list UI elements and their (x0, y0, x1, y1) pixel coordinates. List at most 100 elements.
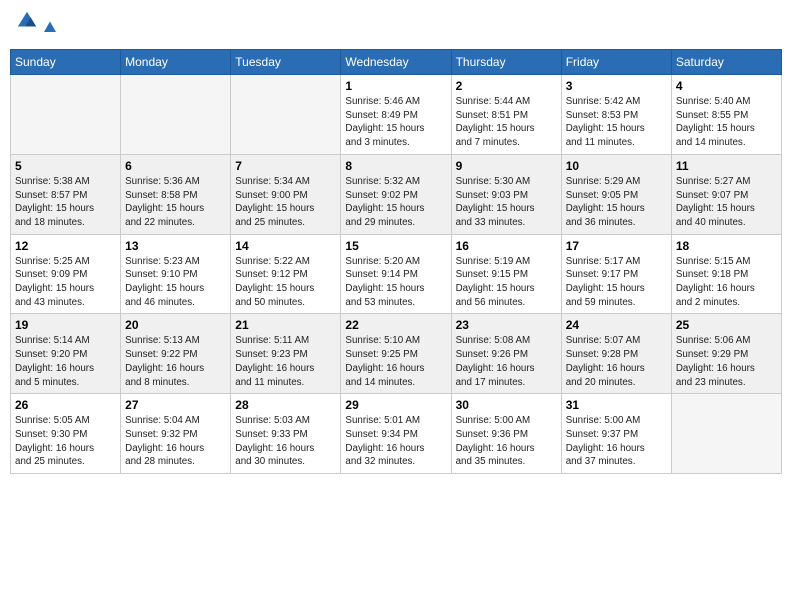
calendar-cell: 7 Sunrise: 5:34 AM Sunset: 9:00 PM Daylig… (231, 154, 341, 234)
calendar-cell: 23 Sunrise: 5:08 AM Sunset: 9:26 PM Dayli… (451, 314, 561, 394)
day-number: 11 (676, 159, 777, 173)
calendar-cell: 17 Sunrise: 5:17 AM Sunset: 9:17 PM Dayli… (561, 234, 671, 314)
day-number: 28 (235, 398, 336, 412)
day-info: Sunrise: 5:25 AM Sunset: 9:09 PM Dayligh… (15, 255, 116, 310)
day-info: Sunrise: 5:44 AM Sunset: 8:51 PM Dayligh… (456, 95, 557, 150)
calendar-cell (231, 75, 341, 155)
logo (16, 14, 59, 37)
day-number: 12 (15, 239, 116, 253)
day-number: 25 (676, 318, 777, 332)
calendar-cell: 31 Sunrise: 5:00 AM Sunset: 9:37 PM Dayli… (561, 394, 671, 474)
day-number: 31 (566, 398, 667, 412)
calendar-table: SundayMondayTuesdayWednesdayThursdayFrid… (10, 49, 782, 474)
day-info: Sunrise: 5:22 AM Sunset: 9:12 PM Dayligh… (235, 255, 336, 310)
calendar-week-5: 26 Sunrise: 5:05 AM Sunset: 9:30 PM Dayli… (11, 394, 782, 474)
calendar-cell: 12 Sunrise: 5:25 AM Sunset: 9:09 PM Dayli… (11, 234, 121, 314)
day-info: Sunrise: 5:06 AM Sunset: 9:29 PM Dayligh… (676, 334, 777, 389)
calendar-cell: 26 Sunrise: 5:05 AM Sunset: 9:30 PM Dayli… (11, 394, 121, 474)
col-header-sunday: Sunday (11, 50, 121, 75)
calendar-cell: 1 Sunrise: 5:46 AM Sunset: 8:49 PM Daylig… (341, 75, 451, 155)
calendar-cell: 30 Sunrise: 5:00 AM Sunset: 9:36 PM Dayli… (451, 394, 561, 474)
calendar-cell: 10 Sunrise: 5:29 AM Sunset: 9:05 PM Dayli… (561, 154, 671, 234)
calendar-cell: 14 Sunrise: 5:22 AM Sunset: 9:12 PM Dayli… (231, 234, 341, 314)
calendar-header-row: SundayMondayTuesdayWednesdayThursdayFrid… (11, 50, 782, 75)
col-header-thursday: Thursday (451, 50, 561, 75)
calendar-cell: 15 Sunrise: 5:20 AM Sunset: 9:14 PM Dayli… (341, 234, 451, 314)
day-number: 29 (345, 398, 446, 412)
day-info: Sunrise: 5:08 AM Sunset: 9:26 PM Dayligh… (456, 334, 557, 389)
page-header (10, 10, 782, 41)
calendar-cell: 8 Sunrise: 5:32 AM Sunset: 9:02 PM Daylig… (341, 154, 451, 234)
day-number: 15 (345, 239, 446, 253)
col-header-friday: Friday (561, 50, 671, 75)
calendar-cell: 3Sunrise: 5:42 AM Sunset: 8:53 PM Daylig… (561, 75, 671, 155)
calendar-cell: 18Sunrise: 5:15 AM Sunset: 9:18 PM Dayli… (671, 234, 781, 314)
day-info: Sunrise: 5:36 AM Sunset: 8:58 PM Dayligh… (125, 175, 226, 230)
day-number: 4 (676, 79, 777, 93)
day-info: Sunrise: 5:46 AM Sunset: 8:49 PM Dayligh… (345, 95, 446, 150)
calendar-cell: 6 Sunrise: 5:36 AM Sunset: 8:58 PM Daylig… (121, 154, 231, 234)
day-info: Sunrise: 5:29 AM Sunset: 9:05 PM Dayligh… (566, 175, 667, 230)
day-info: Sunrise: 5:34 AM Sunset: 9:00 PM Dayligh… (235, 175, 336, 230)
calendar-cell (671, 394, 781, 474)
day-number: 23 (456, 318, 557, 332)
day-info: Sunrise: 5:40 AM Sunset: 8:55 PM Dayligh… (676, 95, 777, 150)
calendar-cell: 5 Sunrise: 5:38 AM Sunset: 8:57 PM Daylig… (11, 154, 121, 234)
day-number: 19 (15, 318, 116, 332)
col-header-monday: Monday (121, 50, 231, 75)
day-number: 2 (456, 79, 557, 93)
day-info: Sunrise: 5:14 AM Sunset: 9:20 PM Dayligh… (15, 334, 116, 389)
calendar-cell: 22 Sunrise: 5:10 AM Sunset: 9:25 PM Dayli… (341, 314, 451, 394)
day-info: Sunrise: 5:10 AM Sunset: 9:25 PM Dayligh… (345, 334, 446, 389)
calendar-cell: 28 Sunrise: 5:03 AM Sunset: 9:33 PM Dayli… (231, 394, 341, 474)
day-info: Sunrise: 5:00 AM Sunset: 9:37 PM Dayligh… (566, 414, 667, 469)
day-number: 20 (125, 318, 226, 332)
day-number: 26 (15, 398, 116, 412)
day-info: Sunrise: 5:20 AM Sunset: 9:14 PM Dayligh… (345, 255, 446, 310)
day-number: 30 (456, 398, 557, 412)
col-header-tuesday: Tuesday (231, 50, 341, 75)
logo-triangle (41, 17, 59, 35)
calendar-cell: 24Sunrise: 5:07 AM Sunset: 9:28 PM Dayli… (561, 314, 671, 394)
day-info: Sunrise: 5:00 AM Sunset: 9:36 PM Dayligh… (456, 414, 557, 469)
day-info: Sunrise: 5:19 AM Sunset: 9:15 PM Dayligh… (456, 255, 557, 310)
day-number: 5 (15, 159, 116, 173)
day-number: 16 (456, 239, 557, 253)
calendar-cell: 25 Sunrise: 5:06 AM Sunset: 9:29 PM Dayli… (671, 314, 781, 394)
calendar-week-2: 5 Sunrise: 5:38 AM Sunset: 8:57 PM Daylig… (11, 154, 782, 234)
day-info: Sunrise: 5:17 AM Sunset: 9:17 PM Dayligh… (566, 255, 667, 310)
day-number: 10 (566, 159, 667, 173)
day-info: Sunrise: 5:07 AM Sunset: 9:28 PM Dayligh… (566, 334, 667, 389)
calendar-cell: 13Sunrise: 5:23 AM Sunset: 9:10 PM Dayli… (121, 234, 231, 314)
day-number: 1 (345, 79, 446, 93)
calendar-cell: 4 Sunrise: 5:40 AM Sunset: 8:55 PM Daylig… (671, 75, 781, 155)
day-info: Sunrise: 5:01 AM Sunset: 9:34 PM Dayligh… (345, 414, 446, 469)
day-info: Sunrise: 5:30 AM Sunset: 9:03 PM Dayligh… (456, 175, 557, 230)
day-number: 7 (235, 159, 336, 173)
day-info: Sunrise: 5:27 AM Sunset: 9:07 PM Dayligh… (676, 175, 777, 230)
calendar-cell: 16 Sunrise: 5:19 AM Sunset: 9:15 PM Dayli… (451, 234, 561, 314)
day-number: 22 (345, 318, 446, 332)
calendar-week-1: 1 Sunrise: 5:46 AM Sunset: 8:49 PM Daylig… (11, 75, 782, 155)
logo-icon (16, 10, 38, 32)
day-info: Sunrise: 5:05 AM Sunset: 9:30 PM Dayligh… (15, 414, 116, 469)
calendar-cell: 2 Sunrise: 5:44 AM Sunset: 8:51 PM Daylig… (451, 75, 561, 155)
day-number: 6 (125, 159, 226, 173)
calendar-cell: 19 Sunrise: 5:14 AM Sunset: 9:20 PM Dayli… (11, 314, 121, 394)
calendar-cell: 29 Sunrise: 5:01 AM Sunset: 9:34 PM Dayli… (341, 394, 451, 474)
day-number: 9 (456, 159, 557, 173)
day-info: Sunrise: 5:32 AM Sunset: 9:02 PM Dayligh… (345, 175, 446, 230)
day-info: Sunrise: 5:03 AM Sunset: 9:33 PM Dayligh… (235, 414, 336, 469)
day-info: Sunrise: 5:15 AM Sunset: 9:18 PM Dayligh… (676, 255, 777, 310)
calendar-cell: 27Sunrise: 5:04 AM Sunset: 9:32 PM Dayli… (121, 394, 231, 474)
day-number: 8 (345, 159, 446, 173)
day-info: Sunrise: 5:11 AM Sunset: 9:23 PM Dayligh… (235, 334, 336, 389)
day-number: 3 (566, 79, 667, 93)
day-number: 14 (235, 239, 336, 253)
day-number: 27 (125, 398, 226, 412)
col-header-saturday: Saturday (671, 50, 781, 75)
calendar-cell: 20Sunrise: 5:13 AM Sunset: 9:22 PM Dayli… (121, 314, 231, 394)
calendar-week-4: 19 Sunrise: 5:14 AM Sunset: 9:20 PM Dayli… (11, 314, 782, 394)
day-info: Sunrise: 5:38 AM Sunset: 8:57 PM Dayligh… (15, 175, 116, 230)
day-number: 17 (566, 239, 667, 253)
